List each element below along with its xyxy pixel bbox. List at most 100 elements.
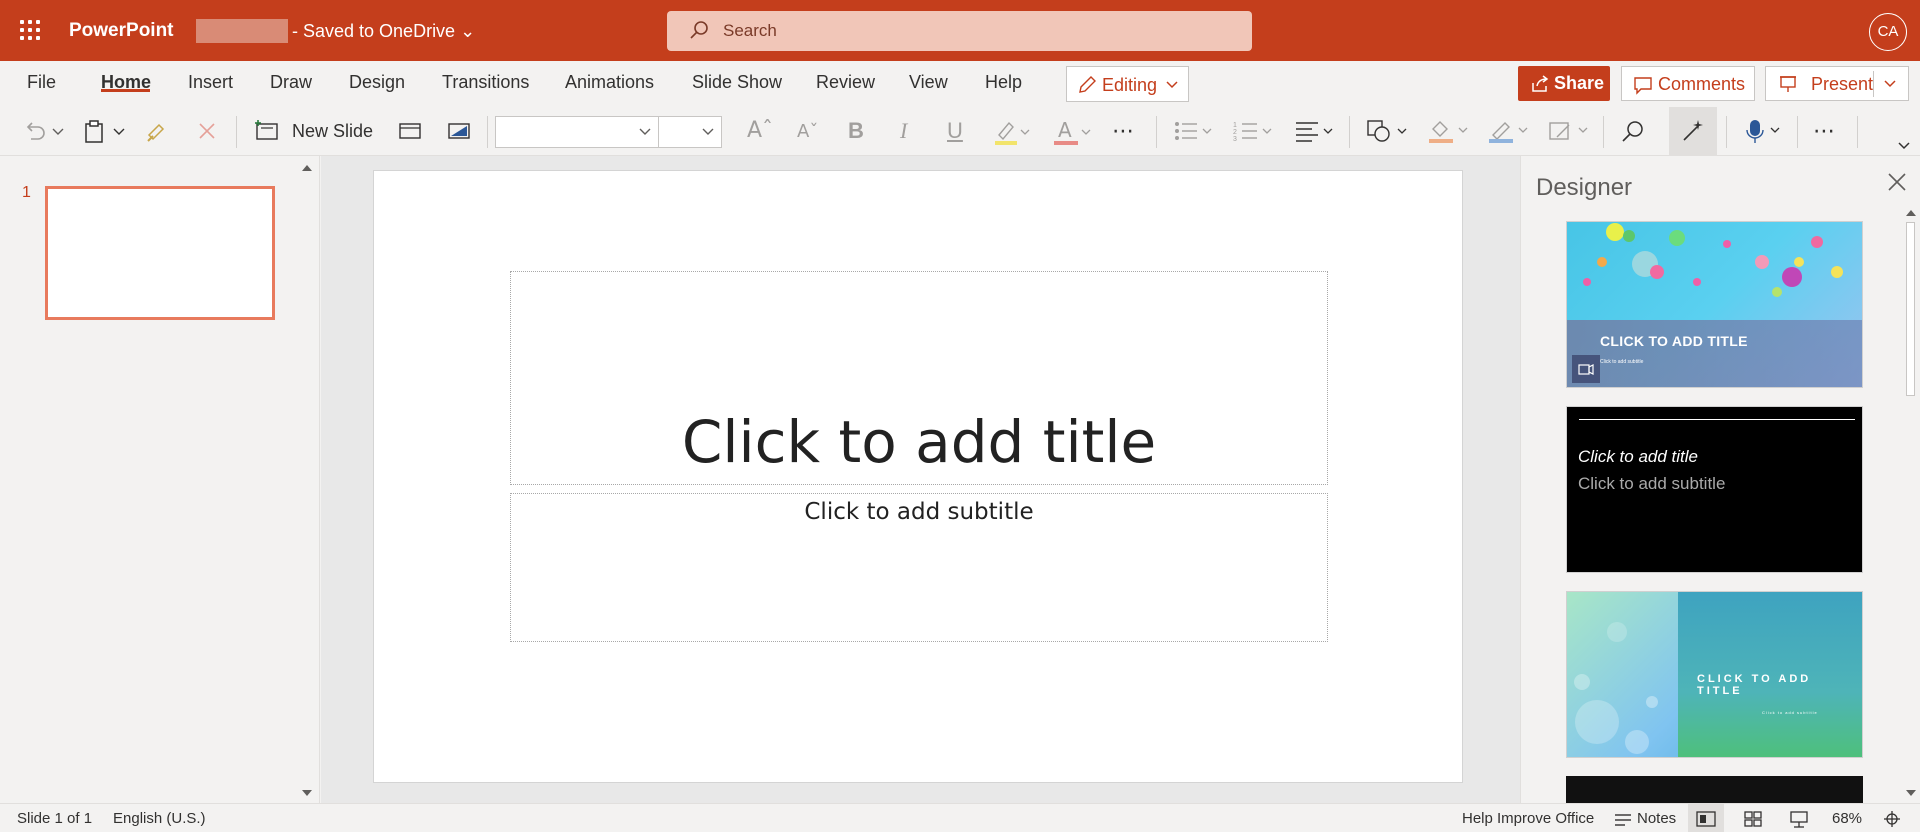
shape-outline-icon[interactable] xyxy=(1487,117,1531,145)
toolbar-divider xyxy=(1603,116,1604,148)
tab-transitions[interactable]: Transitions xyxy=(442,72,529,93)
zoom-level[interactable]: 68% xyxy=(1832,810,1862,827)
new-slide-icon[interactable] xyxy=(254,119,280,143)
svg-text:A: A xyxy=(1058,118,1072,142)
scroll-down-arrow-icon[interactable] xyxy=(1905,788,1917,798)
document-save-status[interactable]: - Saved to OneDrive ⌄ xyxy=(292,21,475,42)
designer-scrollbar[interactable] xyxy=(1901,206,1920,800)
more-font-options-icon[interactable]: ⋯ xyxy=(1112,118,1135,144)
present-label: Present xyxy=(1811,74,1874,94)
undo-icon[interactable] xyxy=(22,119,48,145)
svg-text:2: 2 xyxy=(1233,129,1237,136)
underline-icon[interactable]: U xyxy=(947,118,963,144)
design-idea-1[interactable]: CLICK TO ADD TITLE Click to add subtitle xyxy=(1566,221,1863,388)
notes-button[interactable]: Notes xyxy=(1637,810,1676,827)
slide-editor: Click to add title Click to add subtitle xyxy=(321,156,1520,803)
italic-icon[interactable]: I xyxy=(900,118,907,144)
tab-animations[interactable]: Animations xyxy=(565,72,654,93)
share-label: Share xyxy=(1554,73,1605,93)
help-improve-office-link[interactable]: Help Improve Office xyxy=(1462,810,1594,827)
scroll-up-arrow-icon[interactable] xyxy=(301,163,313,173)
comments-button[interactable]: Comments xyxy=(1621,66,1755,101)
dictate-microphone-icon[interactable] xyxy=(1743,117,1785,145)
fit-to-window-icon[interactable] xyxy=(1883,810,1901,828)
undo-dropdown-chevron-icon[interactable] xyxy=(52,127,64,137)
subtitle-placeholder[interactable]: Click to add subtitle xyxy=(510,493,1328,642)
chevron-down-icon[interactable] xyxy=(1883,79,1897,89)
design-idea-4[interactable] xyxy=(1566,776,1863,803)
toolbar-divider xyxy=(1726,116,1727,148)
more-options-icon[interactable]: ⋯ xyxy=(1813,118,1836,144)
align-icon[interactable] xyxy=(1294,119,1336,143)
svg-text:3: 3 xyxy=(1233,136,1237,143)
format-painter-icon[interactable] xyxy=(145,119,169,145)
chevron-down-icon xyxy=(1166,81,1178,89)
avatar[interactable]: CA xyxy=(1869,13,1907,51)
thumbnail-scrollbar[interactable] xyxy=(298,160,317,800)
design-idea-title: CLICK TO ADD TITLE xyxy=(1600,333,1748,349)
close-icon[interactable] xyxy=(1885,170,1909,194)
designer-button[interactable] xyxy=(1669,107,1717,155)
slide-sorter-icon[interactable] xyxy=(1743,810,1763,828)
paste-dropdown-chevron-icon[interactable] xyxy=(113,127,125,137)
search-input[interactable]: Search xyxy=(723,21,777,41)
delete-icon[interactable] xyxy=(197,121,217,141)
present-button[interactable]: Present xyxy=(1765,66,1909,101)
normal-view-button[interactable] xyxy=(1688,804,1724,832)
paste-icon[interactable] xyxy=(83,119,107,145)
shape-fill-icon[interactable] xyxy=(1427,117,1471,145)
scrollbar-thumb[interactable] xyxy=(1906,222,1915,396)
title-placeholder-text: Click to add title xyxy=(681,408,1157,476)
slide-thumbnail[interactable] xyxy=(45,186,275,320)
share-button[interactable]: Share xyxy=(1518,66,1610,101)
increase-font-size-icon[interactable]: Aˆ xyxy=(747,118,773,143)
app-launcher-icon[interactable] xyxy=(18,18,42,42)
layout-icon[interactable] xyxy=(398,121,422,141)
designer-pane-title: Designer xyxy=(1536,174,1633,201)
app-name[interactable]: PowerPoint xyxy=(69,20,174,42)
design-idea-3[interactable]: CLICK TO ADD TITLE Click to add subtitle xyxy=(1566,591,1863,758)
slide-number: 1 xyxy=(22,184,31,201)
new-slide-button[interactable]: New Slide xyxy=(292,121,373,142)
document-name[interactable] xyxy=(196,19,288,43)
tab-draw[interactable]: Draw xyxy=(270,72,312,93)
tab-help[interactable]: Help xyxy=(985,72,1022,93)
font-name-select[interactable] xyxy=(495,116,659,148)
search-box[interactable]: Search xyxy=(667,11,1252,51)
ribbon-expand-chevron-icon[interactable] xyxy=(1897,141,1911,151)
tab-view[interactable]: View xyxy=(909,72,948,93)
background-icon[interactable] xyxy=(447,121,471,141)
scroll-up-arrow-icon[interactable] xyxy=(1905,208,1917,218)
highlight-icon[interactable] xyxy=(993,117,1033,147)
designer-wand-icon xyxy=(1683,120,1703,141)
video-design-icon xyxy=(1572,355,1600,383)
tab-insert[interactable]: Insert xyxy=(188,72,233,93)
tab-file[interactable]: File xyxy=(27,72,56,93)
bold-icon[interactable]: B xyxy=(848,118,864,144)
reading-view-icon[interactable] xyxy=(1789,810,1809,828)
numbering-icon[interactable]: 1 2 3 xyxy=(1233,119,1275,143)
font-color-icon[interactable]: A xyxy=(1052,117,1092,147)
bullets-icon[interactable] xyxy=(1173,119,1215,143)
language-indicator[interactable]: English (U.S.) xyxy=(113,810,206,827)
chevron-down-icon xyxy=(702,128,714,135)
share-icon xyxy=(1532,75,1549,92)
editing-mode-button[interactable]: Editing xyxy=(1066,66,1189,102)
notes-icon[interactable] xyxy=(1614,811,1632,827)
toolbar-divider xyxy=(1156,116,1157,148)
chevron-down-icon xyxy=(639,128,651,135)
scroll-down-arrow-icon[interactable] xyxy=(301,788,313,798)
tab-design[interactable]: Design xyxy=(349,72,405,93)
design-idea-title: CLICK TO ADD TITLE xyxy=(1697,673,1812,697)
shape-effects-icon[interactable] xyxy=(1547,117,1591,145)
tab-review[interactable]: Review xyxy=(816,72,875,93)
decrease-font-size-icon[interactable]: Aˇ xyxy=(797,121,818,142)
tab-slide-show[interactable]: Slide Show xyxy=(692,72,782,93)
title-placeholder[interactable]: Click to add title xyxy=(510,271,1328,485)
slide-canvas[interactable]: Click to add title Click to add subtitle xyxy=(373,170,1463,783)
design-idea-2[interactable]: Click to add title Click to add subtitle xyxy=(1566,406,1863,573)
find-icon[interactable] xyxy=(1620,119,1646,145)
subtitle-placeholder-text: Click to add subtitle xyxy=(804,499,1034,525)
font-size-select[interactable] xyxy=(658,116,722,148)
shapes-icon[interactable] xyxy=(1366,118,1410,144)
